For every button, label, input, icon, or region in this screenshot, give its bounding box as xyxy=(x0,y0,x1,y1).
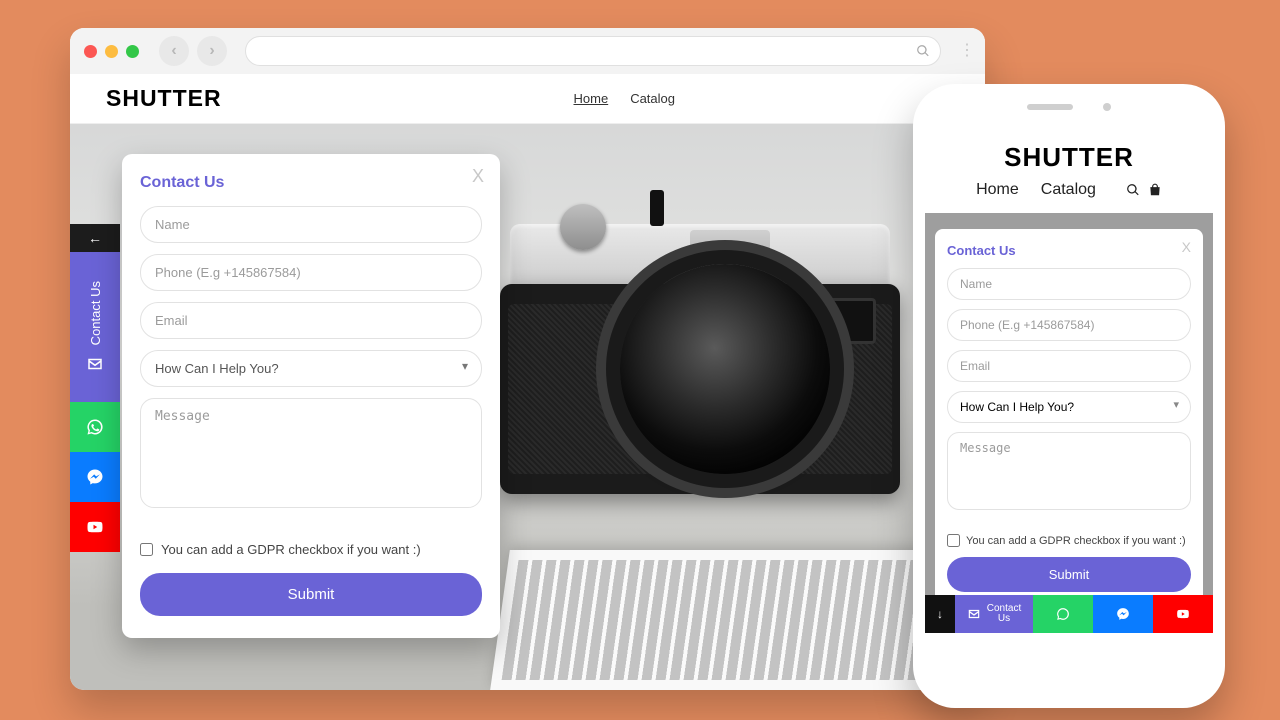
mobile-nav-catalog[interactable]: Catalog xyxy=(1041,181,1096,199)
mobile-messenger-button[interactable] xyxy=(1093,595,1153,633)
mobile-brand-logo[interactable]: SHUTTER xyxy=(925,118,1213,181)
mobile-phone-field[interactable] xyxy=(947,309,1191,341)
modal-close-button[interactable]: X xyxy=(472,166,484,187)
mail-icon xyxy=(967,607,981,621)
contact-modal: Contact Us X How Can I Help You? You can… xyxy=(122,154,500,638)
whatsapp-icon xyxy=(86,418,104,436)
messenger-button[interactable] xyxy=(70,452,120,502)
whatsapp-button[interactable] xyxy=(70,402,120,452)
mobile-gdpr-checkbox[interactable] xyxy=(947,534,960,547)
browser-window: ‹ › ⋮ SHUTTER Home Catalog xyxy=(70,28,985,690)
mobile-submit-button[interactable]: Submit xyxy=(947,557,1191,592)
contact-us-tab[interactable]: Contact Us xyxy=(70,252,120,402)
hero-prints-image xyxy=(490,550,960,690)
nav-catalog[interactable]: Catalog xyxy=(630,91,675,106)
mobile-widget-bar: ↓ Contact Us xyxy=(925,595,1213,633)
mobile-gdpr-label: You can add a GDPR checkbox if you want … xyxy=(966,535,1186,547)
help-select[interactable]: How Can I Help You? xyxy=(140,350,482,387)
name-field[interactable] xyxy=(140,206,482,243)
hero-camera-image xyxy=(500,224,900,514)
mobile-nav: Home Catalog xyxy=(925,181,1213,213)
modal-title: Contact Us xyxy=(140,174,482,192)
main-nav: Home Catalog xyxy=(574,91,676,106)
mobile-contact-us-label-2: Us xyxy=(998,614,1010,624)
mobile-whatsapp-button[interactable] xyxy=(1033,595,1093,633)
speaker-icon xyxy=(1027,104,1073,110)
contact-widget-sidebar: ← Contact Us xyxy=(70,224,120,552)
front-camera-icon xyxy=(1103,103,1111,111)
bag-icon[interactable] xyxy=(1148,183,1162,197)
browser-toolbar: ‹ › ⋮ xyxy=(70,28,985,74)
widget-collapse-button[interactable]: ← xyxy=(70,224,120,252)
mobile-contact-us-tab[interactable]: Contact Us xyxy=(955,595,1033,633)
mobile-nav-home[interactable]: Home xyxy=(976,181,1019,199)
mobile-widget-collapse-button[interactable]: ↓ xyxy=(925,595,955,633)
browser-menu-icon[interactable]: ⋮ xyxy=(959,48,971,54)
mobile-help-select[interactable]: How Can I Help You? xyxy=(947,391,1191,423)
youtube-button[interactable] xyxy=(70,502,120,552)
address-bar[interactable] xyxy=(245,36,941,66)
maximize-window-icon[interactable] xyxy=(126,45,139,58)
gdpr-row[interactable]: You can add a GDPR checkbox if you want … xyxy=(140,542,482,557)
gdpr-label: You can add a GDPR checkbox if you want … xyxy=(161,542,421,557)
minimize-window-icon[interactable] xyxy=(105,45,118,58)
submit-button[interactable]: Submit xyxy=(140,573,482,616)
search-icon[interactable] xyxy=(1126,183,1140,197)
mobile-gdpr-row[interactable]: You can add a GDPR checkbox if you want … xyxy=(947,534,1191,547)
mobile-message-field[interactable] xyxy=(947,432,1191,510)
nav-forward-button[interactable]: › xyxy=(197,36,227,66)
search-icon xyxy=(916,44,930,58)
nav-home[interactable]: Home xyxy=(574,91,609,106)
mobile-modal-close-button[interactable]: X xyxy=(1182,239,1191,255)
mobile-hero: Contact Us X How Can I Help You? You can… xyxy=(925,213,1213,633)
mobile-name-field[interactable] xyxy=(947,268,1191,300)
youtube-icon xyxy=(1176,607,1190,621)
whatsapp-icon xyxy=(1056,607,1070,621)
contact-us-label: Contact Us xyxy=(88,281,103,345)
email-field[interactable] xyxy=(140,302,482,339)
phone-notch xyxy=(925,96,1213,118)
mail-icon xyxy=(86,355,104,373)
brand-logo[interactable]: SHUTTER xyxy=(106,85,222,112)
mobile-modal-title: Contact Us xyxy=(947,243,1191,258)
hero-section: ← Contact Us Contact Us X xyxy=(70,124,985,690)
phone-mockup: SHUTTER Home Catalog Contact Us X How Ca… xyxy=(913,84,1225,708)
window-controls xyxy=(84,45,139,58)
close-window-icon[interactable] xyxy=(84,45,97,58)
phone-field[interactable] xyxy=(140,254,482,291)
mobile-contact-modal: Contact Us X How Can I Help You? You can… xyxy=(935,229,1203,608)
site-header: SHUTTER Home Catalog xyxy=(70,74,985,124)
nav-back-button[interactable]: ‹ xyxy=(159,36,189,66)
messenger-icon xyxy=(1116,607,1130,621)
messenger-icon xyxy=(86,468,104,486)
message-field[interactable] xyxy=(140,398,482,508)
gdpr-checkbox[interactable] xyxy=(140,543,153,556)
phone-screen: SHUTTER Home Catalog Contact Us X How Ca… xyxy=(925,96,1213,696)
mobile-email-field[interactable] xyxy=(947,350,1191,382)
youtube-icon xyxy=(86,518,104,536)
mobile-youtube-button[interactable] xyxy=(1153,595,1213,633)
